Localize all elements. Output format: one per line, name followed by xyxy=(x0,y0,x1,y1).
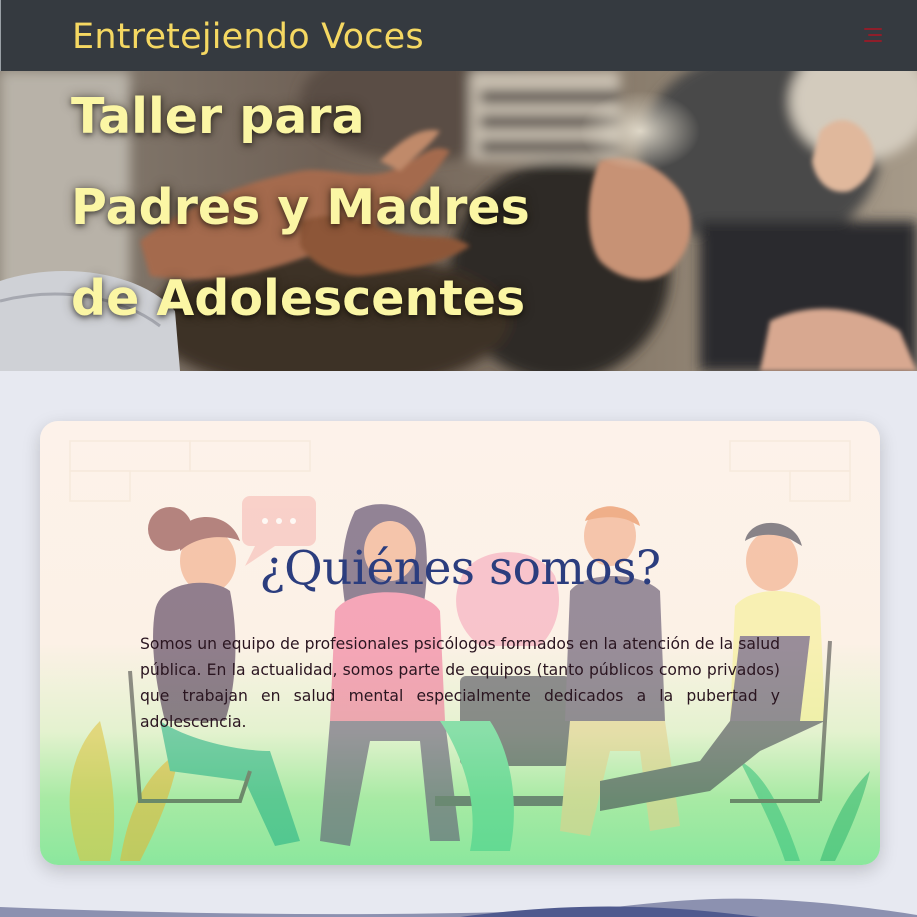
menu-toggle-button[interactable] xyxy=(856,22,888,50)
about-card: ¿Quiénes somos? Somos un equipo de profe… xyxy=(40,421,880,865)
menu-icon-bar xyxy=(868,34,882,36)
hero-title-line: Taller para xyxy=(71,88,365,145)
hero-title-line: Padres y Madres xyxy=(71,179,530,236)
hero-title-line: de Adolescentes xyxy=(71,270,526,327)
hero-banner: Taller para Padres y Madres de Adolescen… xyxy=(0,71,917,371)
menu-icon xyxy=(864,28,882,30)
hero-title: Taller para Padres y Madres de Adolescen… xyxy=(71,71,530,344)
brand-logo-link[interactable]: Entretejiendo Voces xyxy=(72,14,424,60)
about-description: Somos un equipo de profesionales psicólo… xyxy=(140,635,780,731)
navbar: Entretejiendo Voces xyxy=(0,0,917,71)
next-section-wave xyxy=(0,898,917,917)
section-title: ¿Quiénes somos? xyxy=(259,541,661,596)
menu-icon-bar xyxy=(864,40,882,42)
